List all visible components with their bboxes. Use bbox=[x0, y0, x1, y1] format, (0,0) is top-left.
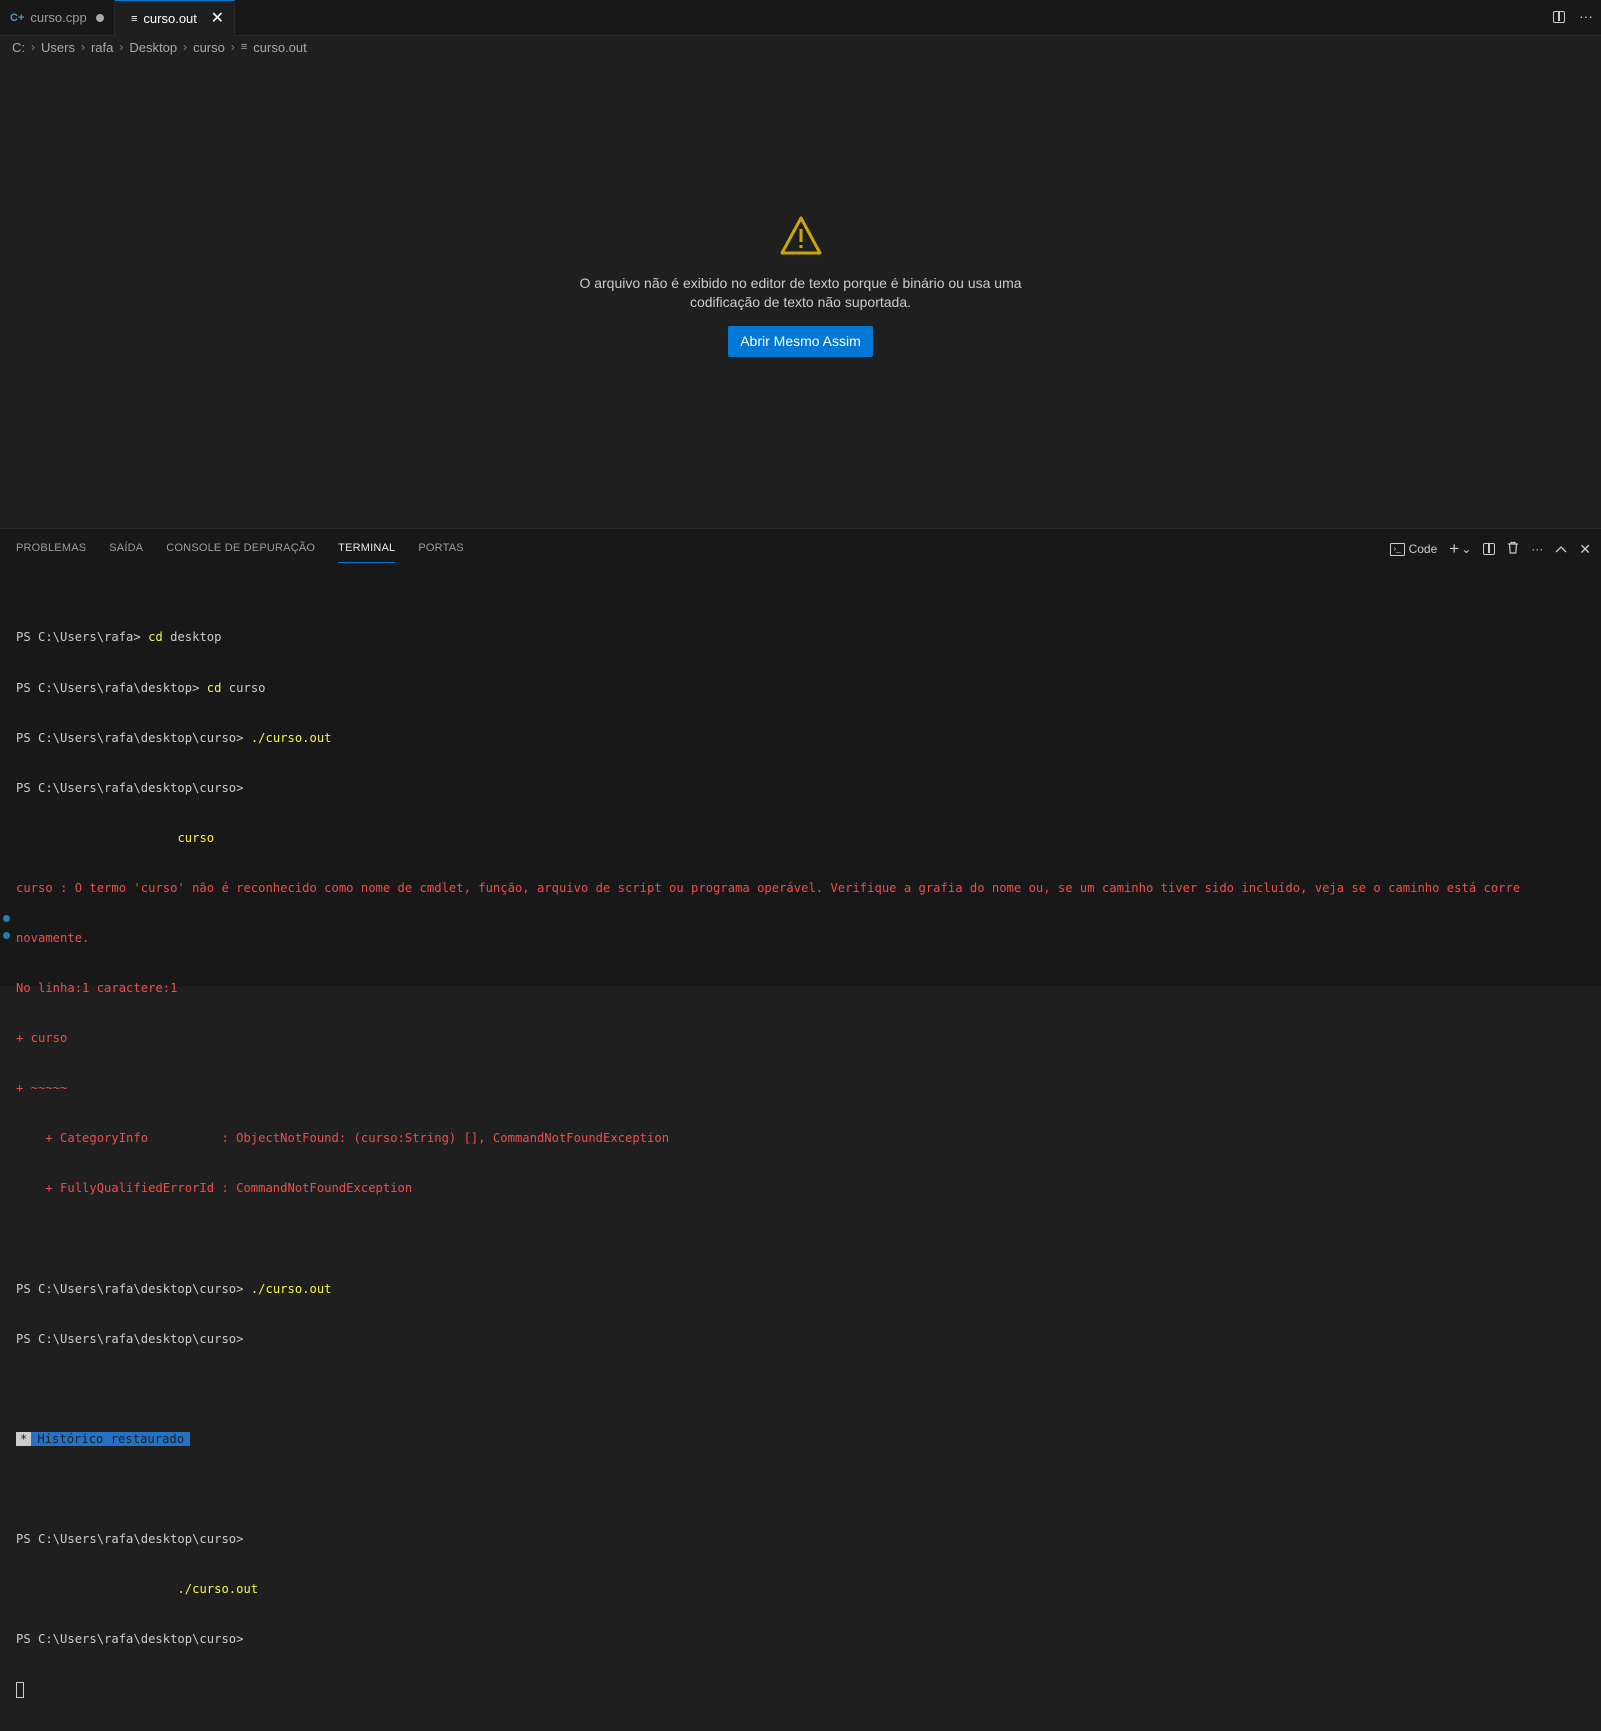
chevron-right-icon: › bbox=[31, 40, 35, 54]
terminal-line: PS C:\Users\rafa\desktop> cd curso bbox=[16, 680, 266, 695]
terminal-line bbox=[16, 1681, 1586, 1698]
error-line: + FullyQualifiedErrorId : CommandNotFoun… bbox=[16, 1181, 413, 1196]
history-restored-label: Histórico restaurado bbox=[31, 1431, 191, 1446]
notice-line: codificação de texto não suportada. bbox=[689, 294, 912, 310]
trash-icon[interactable] bbox=[1507, 541, 1519, 557]
tab-curso-out[interactable]: ≡ curso.out ✕ bbox=[115, 0, 235, 36]
editor-actions: ··· bbox=[1553, 8, 1593, 24]
notice-line: O arquivo não é exibido no editor de tex… bbox=[579, 275, 1022, 291]
terminal-cursor bbox=[16, 1681, 24, 1698]
error-line: + curso bbox=[16, 1031, 68, 1046]
tab-ports[interactable]: PORTAS bbox=[418, 537, 463, 563]
tab-curso-cpp[interactable]: C+ curso.cpp bbox=[0, 0, 115, 35]
chevron-down-icon[interactable]: ⌄ bbox=[1461, 542, 1471, 556]
bottom-panel: PROBLEMAS SAÍDA CONSOLE DE DEPURAÇÃO TER… bbox=[0, 528, 1601, 1698]
tab-terminal[interactable]: TERMINAL bbox=[338, 537, 396, 563]
command-decoration-icon[interactable] bbox=[3, 915, 10, 922]
terminal-name: Code bbox=[1408, 542, 1438, 556]
terminal-line: PS C:\Users\rafa\desktop\curso> bbox=[16, 780, 244, 795]
terminal-line: curso bbox=[177, 830, 215, 845]
history-restored-banner: * Histórico restaurado bbox=[16, 1431, 1586, 1448]
tab-label: curso.out bbox=[143, 11, 197, 26]
tab-debug-console[interactable]: CONSOLE DE DEPURAÇÃO bbox=[166, 537, 315, 563]
error-line: + CategoryInfo : ObjectNotFound: (curso:… bbox=[16, 1131, 670, 1146]
terminal-line: PS C:\Users\rafa\desktop\curso> bbox=[16, 1632, 244, 1647]
warning-icon bbox=[779, 215, 823, 262]
tab-output[interactable]: SAÍDA bbox=[109, 537, 143, 563]
terminal-icon: ›_ bbox=[1389, 542, 1405, 556]
panel-actions: ›_ Code + ⌄ ··· ✕ bbox=[1389, 539, 1591, 559]
more-actions-icon[interactable]: ··· bbox=[1531, 542, 1543, 556]
breadcrumb-item[interactable]: curso.out bbox=[253, 40, 306, 55]
split-editor-icon[interactable] bbox=[1553, 11, 1565, 23]
terminal-line: PS C:\Users\rafa> cd desktop bbox=[16, 630, 222, 645]
chevron-right-icon: › bbox=[230, 40, 235, 54]
error-line: novamente. bbox=[16, 930, 90, 945]
history-star-badge: * bbox=[16, 1431, 32, 1446]
terminal-line: PS C:\Users\rafa\desktop\curso> ./curso.… bbox=[16, 730, 332, 745]
terminal-line: PS C:\Users\rafa\desktop\curso> ./curso.… bbox=[16, 1281, 332, 1296]
terminal-output[interactable]: PS C:\Users\rafa> cd desktop PS C:\Users… bbox=[16, 596, 1586, 1731]
breadcrumb-item[interactable]: Desktop bbox=[129, 40, 177, 55]
tab-problems[interactable]: PROBLEMAS bbox=[16, 537, 86, 563]
new-terminal-icon[interactable]: + bbox=[1449, 539, 1459, 559]
tab-label: curso.cpp bbox=[30, 10, 87, 25]
terminal-line: PS C:\Users\rafa\desktop\curso> bbox=[16, 1532, 244, 1547]
command-decoration-icon[interactable] bbox=[3, 932, 10, 939]
chevron-right-icon: › bbox=[183, 40, 188, 54]
breadcrumb-item[interactable]: curso bbox=[193, 40, 225, 55]
unsaved-dot-icon[interactable] bbox=[96, 14, 104, 22]
error-line: + ~~~~~ bbox=[16, 1081, 68, 1096]
split-terminal-icon[interactable] bbox=[1483, 543, 1496, 555]
terminal-line: PS C:\Users\rafa\desktop\curso> bbox=[16, 1331, 244, 1346]
chevron-right-icon: › bbox=[80, 40, 85, 54]
more-actions-icon[interactable]: ··· bbox=[1579, 8, 1593, 24]
binary-file-icon: ≡ bbox=[131, 12, 138, 25]
breadcrumb-item[interactable]: C: bbox=[12, 40, 25, 55]
panel-tabs: PROBLEMAS SAÍDA CONSOLE DE DEPURAÇÃO TER… bbox=[16, 537, 487, 563]
editor-tab-bar: C+ curso.cpp ≡ curso.out ✕ ··· bbox=[0, 0, 1601, 36]
breadcrumb-item[interactable]: Users bbox=[41, 40, 75, 55]
close-tab-icon[interactable]: ✕ bbox=[211, 8, 224, 28]
error-line: No linha:1 caractere:1 bbox=[16, 981, 178, 996]
terminal-line: ./curso.out bbox=[177, 1582, 259, 1597]
terminal-selector[interactable]: ›_ Code bbox=[1389, 542, 1438, 556]
chevron-right-icon: › bbox=[119, 40, 124, 54]
close-panel-icon[interactable]: ✕ bbox=[1579, 541, 1591, 558]
notice-text: O arquivo não é exibido no editor de tex… bbox=[0, 274, 1601, 312]
maximize-panel-icon[interactable] bbox=[1555, 542, 1567, 556]
file-lines-icon: ≡ bbox=[240, 41, 248, 53]
breadcrumb-item[interactable]: rafa bbox=[91, 40, 113, 55]
breadcrumb: C: › Users › rafa › Desktop › curso › ≡ … bbox=[12, 38, 307, 56]
cpp-file-icon: C+ bbox=[10, 11, 25, 24]
open-anyway-button[interactable]: Abrir Mesmo Assim bbox=[728, 326, 873, 357]
binary-file-notice: O arquivo não é exibido no editor de tex… bbox=[0, 215, 1601, 357]
error-line: curso : O termo 'curso' não é reconhecid… bbox=[16, 880, 1521, 895]
